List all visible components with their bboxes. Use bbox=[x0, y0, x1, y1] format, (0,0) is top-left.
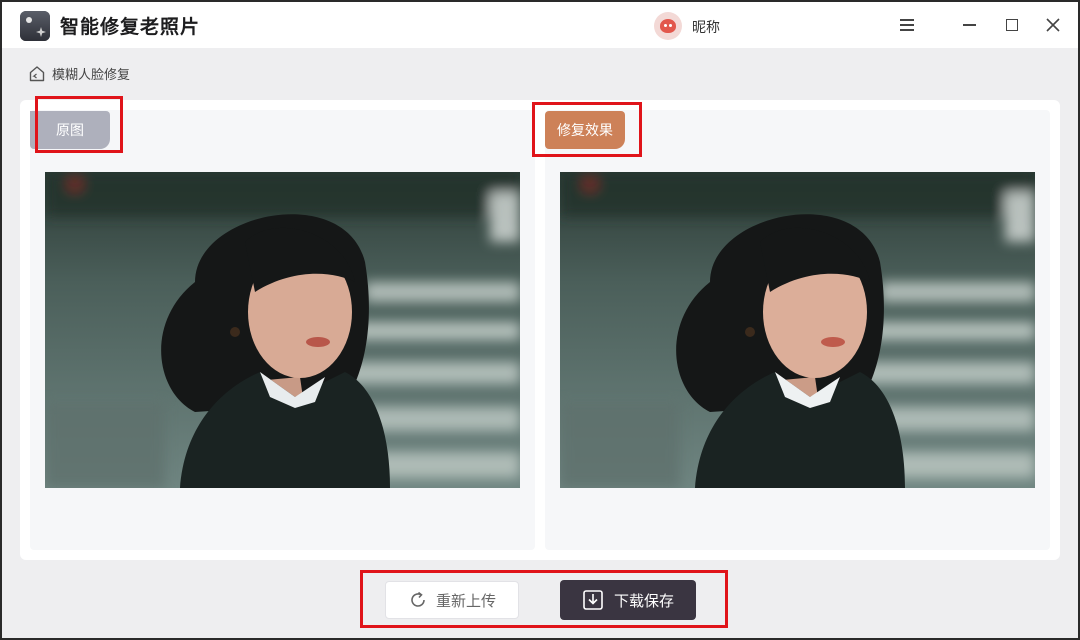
app-logo-icon bbox=[20, 11, 50, 41]
reupload-label: 重新上传 bbox=[435, 591, 496, 610]
original-tag[interactable]: 原图 bbox=[30, 111, 110, 149]
breadcrumb[interactable]: 模糊人脸修复 bbox=[28, 64, 130, 83]
result-tag[interactable]: 修复效果 bbox=[545, 111, 625, 149]
close-icon[interactable] bbox=[1038, 10, 1068, 40]
minimize-icon[interactable] bbox=[954, 10, 984, 40]
download-icon bbox=[583, 590, 603, 610]
menu-icon[interactable] bbox=[892, 10, 922, 40]
reupload-button[interactable]: 重新上传 bbox=[385, 581, 519, 619]
content-card: 原图 修复效果 bbox=[20, 100, 1060, 560]
home-icon[interactable] bbox=[28, 65, 46, 83]
download-label: 下载保存 bbox=[613, 591, 674, 610]
maximize-icon[interactable] bbox=[997, 10, 1027, 40]
app-title: 智能修复老照片 bbox=[60, 16, 201, 38]
result-photo bbox=[560, 172, 1035, 488]
original-photo bbox=[45, 172, 520, 488]
download-button[interactable]: 下载保存 bbox=[560, 580, 696, 620]
refresh-icon bbox=[411, 591, 425, 607]
title-bar: 智能修复老照片 昵称 bbox=[2, 2, 1078, 48]
breadcrumb-label[interactable]: 模糊人脸修复 bbox=[52, 64, 130, 83]
user-nickname[interactable]: 昵称 bbox=[692, 17, 720, 37]
avatar-icon[interactable] bbox=[654, 12, 682, 40]
